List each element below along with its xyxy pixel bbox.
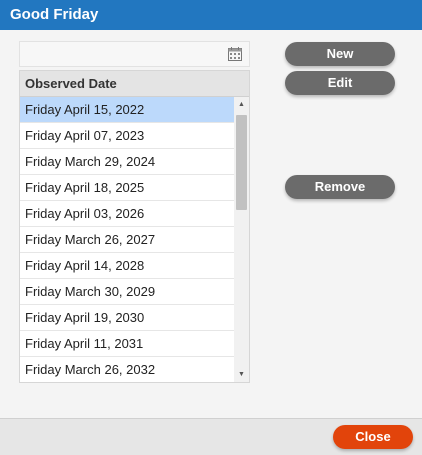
scroll-thumb[interactable] [236,115,247,210]
vertical-scrollbar[interactable]: ▲ ▼ [234,97,249,382]
table-row[interactable]: Friday April 14, 2028 [20,253,234,279]
table-row[interactable]: Friday April 07, 2023 [20,123,234,149]
column-header-observed-date[interactable]: Observed Date [20,71,249,97]
table-row[interactable]: Friday March 26, 2027 [20,227,234,253]
new-button[interactable]: New [285,42,395,66]
remove-button[interactable]: Remove [285,175,395,199]
scroll-down-arrow-icon[interactable]: ▼ [234,367,249,382]
table-row[interactable]: Friday April 11, 2031 [20,331,234,357]
table-row[interactable]: Friday March 29, 2024 [20,149,234,175]
calendar-icon[interactable] [227,46,243,62]
observed-date-grid: Observed Date Friday April 15, 2022 Frida… [19,70,250,383]
table-row[interactable]: Friday April 19, 2030 [20,305,234,331]
table-row[interactable]: Friday March 30, 2029 [20,279,234,305]
edit-button[interactable]: Edit [285,71,395,95]
table-row[interactable]: Friday April 03, 2026 [20,201,234,227]
grid-rows: Friday April 15, 2022 Friday April 07, 20… [20,97,234,382]
dialog-footer: Close [0,418,422,455]
table-row[interactable]: Friday April 18, 2025 [20,175,234,201]
date-picker-field[interactable] [19,41,250,67]
table-row[interactable]: Friday March 26, 2032 [20,357,234,382]
scroll-up-arrow-icon[interactable]: ▲ [234,97,249,112]
close-button[interactable]: Close [333,425,413,449]
table-row[interactable]: Friday April 15, 2022 [20,97,234,123]
window-title: Good Friday [0,0,422,30]
